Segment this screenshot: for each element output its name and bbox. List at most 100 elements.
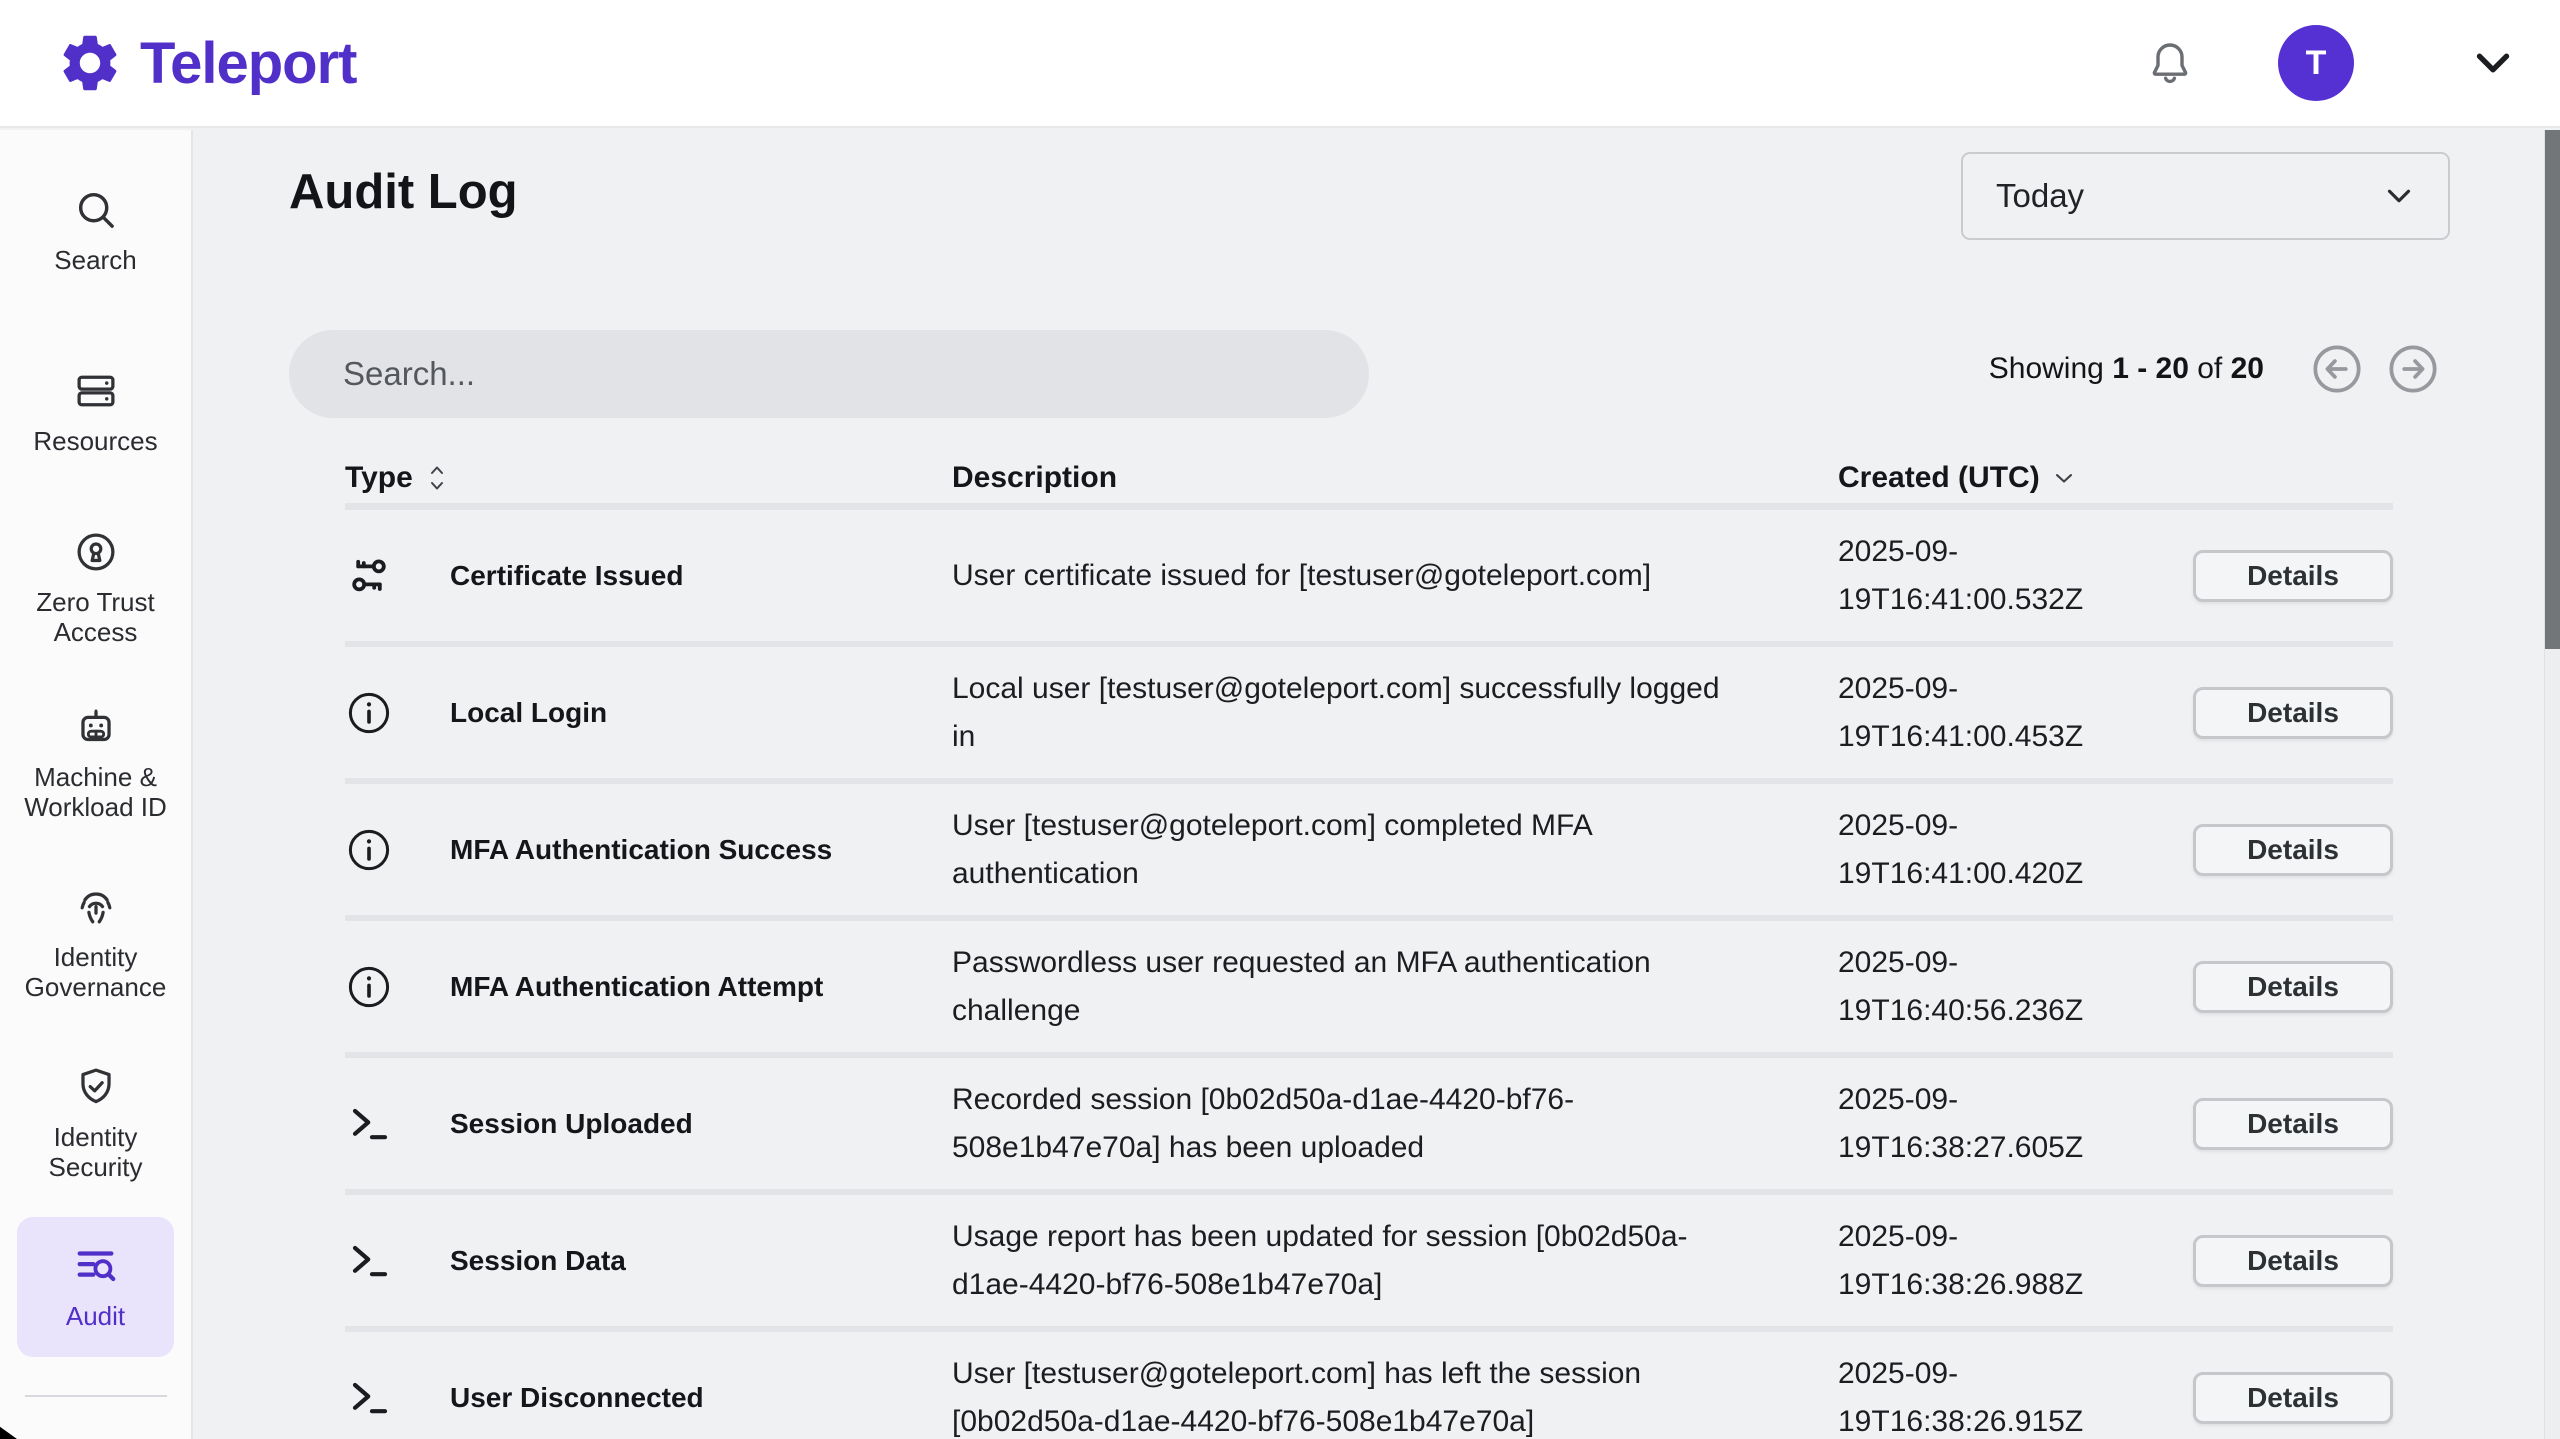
user-menu-chevron-down-icon[interactable] bbox=[2466, 36, 2520, 90]
event-type: Certificate Issued bbox=[450, 560, 683, 592]
type-cell: Session Uploaded bbox=[345, 1100, 952, 1148]
table-row: User Disconnected User [testuser@gotelep… bbox=[345, 1332, 2393, 1439]
terminal-icon bbox=[345, 1237, 393, 1285]
gear-icon bbox=[56, 29, 124, 97]
time-range-select[interactable]: Today bbox=[1961, 152, 2450, 240]
table-row: Session Data Usage report has been updat… bbox=[345, 1195, 2393, 1332]
search-icon bbox=[73, 187, 119, 233]
details-button[interactable]: Details bbox=[2193, 1372, 2393, 1424]
details-button[interactable]: Details bbox=[2193, 550, 2393, 602]
zero-trust-access-icon bbox=[73, 529, 119, 575]
event-description: Local user [testuser@goteleport.com] suc… bbox=[952, 665, 1838, 761]
brand-name: Teleport bbox=[140, 30, 357, 97]
type-cell: User Disconnected bbox=[345, 1374, 952, 1422]
event-description: Recorded session [0b02d50a-d1ae-4420-bf7… bbox=[952, 1076, 1838, 1172]
sidebar-item-label: Search bbox=[54, 245, 136, 275]
arrow-left-circle-icon bbox=[2312, 344, 2362, 394]
details-button[interactable]: Details bbox=[2193, 824, 2393, 876]
sidebar-item-label: Resources bbox=[33, 426, 157, 456]
details-button[interactable]: Details bbox=[2193, 1235, 2393, 1287]
chevron-down-icon bbox=[2380, 177, 2418, 215]
event-type: MFA Authentication Success bbox=[450, 834, 832, 866]
sidebar-divider bbox=[25, 1395, 167, 1397]
sort-icon bbox=[427, 462, 447, 494]
event-created: 2025-09-19T16:40:56.236Z bbox=[1838, 939, 2193, 1035]
table-row: Session Uploaded Recorded session [0b02d… bbox=[345, 1058, 2393, 1195]
identity-security-icon bbox=[73, 1064, 119, 1110]
sidebar-item-label: Identity Security bbox=[15, 1122, 177, 1182]
event-description: User [testuser@goteleport.com] has left … bbox=[952, 1350, 1838, 1439]
identity-governance-icon bbox=[73, 884, 119, 930]
table-row: Certificate Issued User certificate issu… bbox=[345, 510, 2393, 647]
table-row: MFA Authentication Attempt Passwordless … bbox=[345, 921, 2393, 1058]
sidebar-item-identity-governance[interactable]: Identity Governance bbox=[0, 884, 191, 1002]
sidebar: Search Resources Zero Trust Access bbox=[0, 130, 193, 1439]
next-page-button[interactable] bbox=[2388, 344, 2438, 394]
scrollbar-thumb[interactable] bbox=[2545, 130, 2560, 649]
event-type: MFA Authentication Attempt bbox=[450, 971, 823, 1003]
details-button[interactable]: Details bbox=[2193, 687, 2393, 739]
event-created: 2025-09-19T16:41:00.420Z bbox=[1838, 802, 2193, 898]
event-type: Session Uploaded bbox=[450, 1108, 693, 1140]
chevron-down-icon bbox=[2050, 464, 2078, 492]
machine-workload-id-icon bbox=[73, 704, 119, 750]
arrow-right-circle-icon bbox=[2388, 344, 2438, 394]
teleport-logo[interactable]: Teleport bbox=[56, 29, 357, 97]
event-description: Passwordless user requested an MFA authe… bbox=[952, 939, 1838, 1035]
time-range-value: Today bbox=[1996, 177, 2084, 215]
sidebar-item-label: Audit bbox=[66, 1301, 125, 1331]
pagination: Showing 1 - 20 of 20 bbox=[1989, 344, 2438, 394]
column-header-created[interactable]: Created (UTC) bbox=[1838, 461, 2193, 495]
top-bar: Teleport T bbox=[0, 0, 2560, 128]
sidebar-item-machine-workload-id[interactable]: Machine & Workload ID bbox=[0, 704, 191, 822]
sidebar-item-identity-security[interactable]: Identity Security bbox=[0, 1064, 191, 1182]
details-button[interactable]: Details bbox=[2193, 961, 2393, 1013]
resources-icon bbox=[73, 368, 119, 414]
keys-icon bbox=[345, 552, 393, 600]
table-row: Local Login Local user [testuser@gotelep… bbox=[345, 647, 2393, 784]
actions-cell: Details bbox=[2193, 687, 2393, 739]
type-cell: Local Login bbox=[345, 689, 952, 737]
sidebar-item-search[interactable]: Search bbox=[0, 187, 191, 275]
sidebar-item-resources[interactable]: Resources bbox=[0, 368, 191, 456]
actions-cell: Details bbox=[2193, 1235, 2393, 1287]
column-header-type[interactable]: Type bbox=[345, 461, 952, 495]
info-icon bbox=[345, 963, 393, 1011]
mouse-cursor bbox=[0, 1424, 26, 1439]
event-type: Local Login bbox=[450, 697, 607, 729]
table-row: MFA Authentication Success User [testuse… bbox=[345, 784, 2393, 921]
sidebar-item-label: Zero Trust Access bbox=[15, 587, 177, 647]
user-avatar[interactable]: T bbox=[2278, 25, 2354, 101]
event-created: 2025-09-19T16:41:00.453Z bbox=[1838, 665, 2193, 761]
column-label: Type bbox=[345, 461, 413, 495]
prev-page-button[interactable] bbox=[2312, 344, 2362, 394]
screen: Teleport T Search bbox=[0, 0, 2560, 1439]
search-input[interactable] bbox=[289, 330, 1369, 418]
showing-prefix: Showing bbox=[1989, 352, 2104, 385]
event-created: 2025-09-19T16:38:27.605Z bbox=[1838, 1076, 2193, 1172]
showing-of: of bbox=[2197, 352, 2222, 385]
details-button[interactable]: Details bbox=[2193, 1098, 2393, 1150]
sidebar-item-audit[interactable]: Audit bbox=[17, 1217, 174, 1357]
actions-cell: Details bbox=[2193, 1372, 2393, 1424]
event-created: 2025-09-19T16:38:26.988Z bbox=[1838, 1213, 2193, 1309]
topbar-right: T bbox=[2146, 25, 2520, 101]
column-header-description: Description bbox=[952, 461, 1838, 495]
column-label: Created (UTC) bbox=[1838, 461, 2040, 495]
event-type: Session Data bbox=[450, 1245, 626, 1277]
scrollbar-track[interactable] bbox=[2544, 130, 2560, 1439]
event-created: 2025-09-19T16:41:00.532Z bbox=[1838, 528, 2193, 624]
info-icon bbox=[345, 826, 393, 874]
column-label: Description bbox=[952, 461, 1117, 494]
audit-log-table: Type Description Created (UTC) bbox=[345, 452, 2393, 1439]
event-description: User [testuser@goteleport.com] completed… bbox=[952, 802, 1838, 898]
type-cell: Certificate Issued bbox=[345, 552, 952, 600]
type-cell: MFA Authentication Attempt bbox=[345, 963, 952, 1011]
actions-cell: Details bbox=[2193, 1098, 2393, 1150]
event-description: User certificate issued for [testuser@go… bbox=[952, 552, 1838, 600]
sidebar-item-zero-trust-access[interactable]: Zero Trust Access bbox=[0, 529, 191, 647]
info-icon bbox=[345, 689, 393, 737]
showing-total: 20 bbox=[2231, 352, 2264, 385]
notifications-bell-icon[interactable] bbox=[2146, 39, 2194, 87]
actions-cell: Details bbox=[2193, 824, 2393, 876]
